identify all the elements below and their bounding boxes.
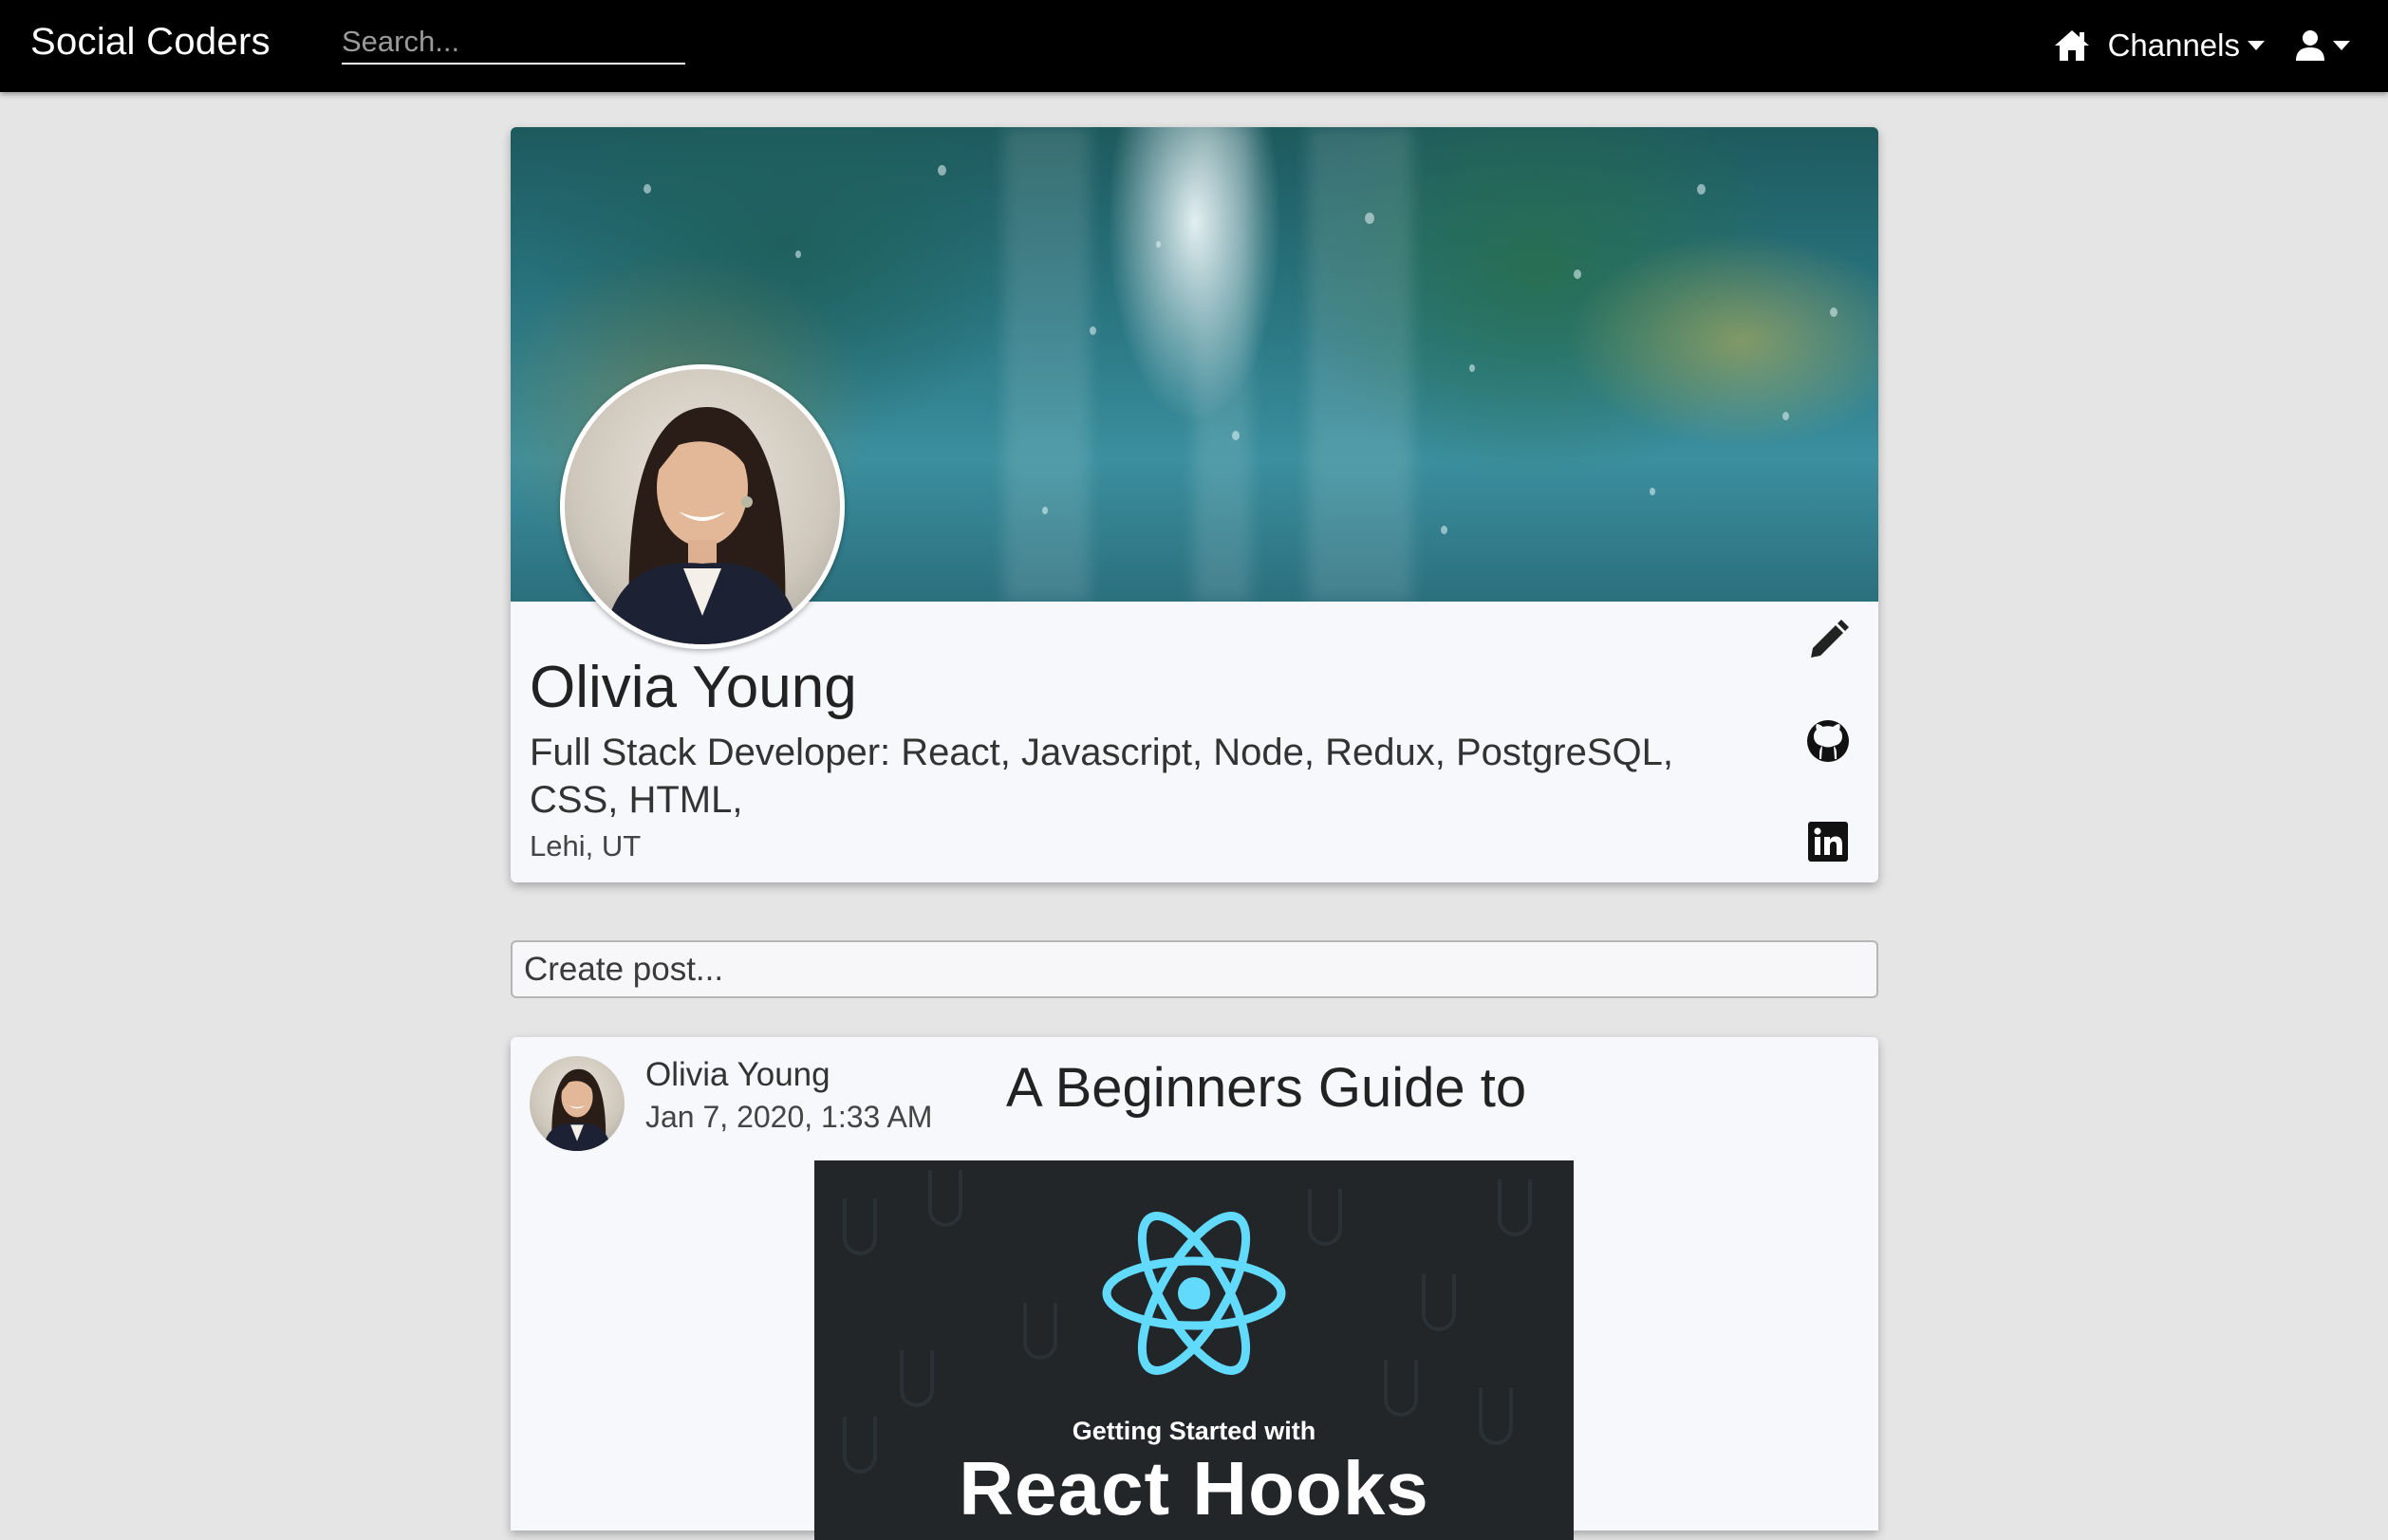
react-logo-icon (1102, 1212, 1286, 1375)
post-author-avatar[interactable] (530, 1056, 625, 1151)
search-input[interactable] (342, 23, 685, 61)
profile-location: Lehi, UT (530, 829, 642, 863)
search-bar (342, 21, 685, 65)
nav-right: Channels (2053, 21, 2350, 70)
user-menu-dropdown[interactable] (2295, 29, 2350, 62)
chevron-down-icon (2333, 41, 2350, 50)
profile-avatar (560, 364, 845, 649)
home-icon[interactable] (2053, 28, 2091, 63)
user-icon (2296, 30, 2324, 61)
post-author-name[interactable]: Olivia Young (645, 1056, 830, 1094)
post-card: Olivia Young Jan 7, 2020, 1:33 AM A Begi… (511, 1037, 1878, 1540)
post-title[interactable]: A Beginners Guide to (1006, 1056, 1526, 1120)
profile-name: Olivia Young (530, 655, 857, 720)
github-icon[interactable] (1802, 715, 1854, 767)
post-image-subtitle: Getting Started with (1072, 1417, 1316, 1445)
channels-dropdown[interactable]: Channels (2108, 28, 2265, 64)
post-timestamp: Jan 7, 2020, 1:33 AM (645, 1100, 933, 1134)
edit-icon[interactable] (1802, 615, 1854, 666)
channels-label: Channels (2107, 28, 2240, 63)
linkedin-icon[interactable] (1802, 816, 1854, 867)
profile-card: Olivia Young Full Stack Developer: React… (511, 127, 1878, 882)
create-post-input[interactable] (511, 940, 1878, 998)
chevron-down-icon (2248, 41, 2265, 50)
post-image-title: React Hooks (959, 1446, 1429, 1531)
top-navbar: Social Coders Channels (0, 0, 2388, 92)
brand-logo[interactable]: Social Coders (30, 21, 271, 64)
profile-headline: Full Stack Developer: React, Javascript,… (530, 732, 1673, 821)
post-image[interactable]: Getting Started with React Hooks (814, 1160, 1574, 1540)
